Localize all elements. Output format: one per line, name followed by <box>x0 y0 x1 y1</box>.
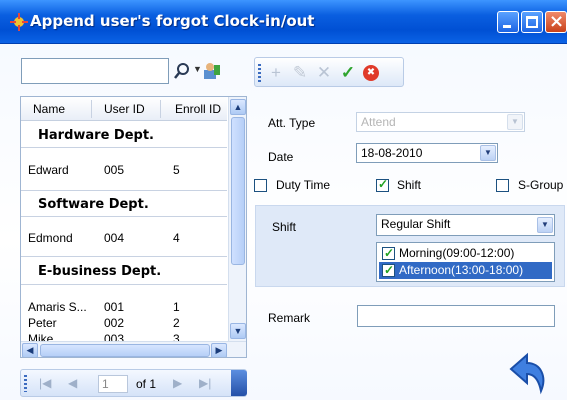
maximize-icon <box>526 16 538 28</box>
add-icon[interactable]: + <box>267 64 285 82</box>
check-icon: ✓ <box>378 177 389 191</box>
search-dropdown-icon[interactable]: ▼ <box>193 64 202 74</box>
column-header-user-id[interactable]: User ID <box>104 102 145 116</box>
cell-name[interactable]: Edmond <box>28 231 73 245</box>
list-item-label: Morning(09:00-12:00) <box>399 246 515 260</box>
check-icon: ✓ <box>384 263 395 277</box>
group-header[interactable]: Hardware Dept. <box>21 128 227 143</box>
divider <box>21 190 227 191</box>
cell-enroll-id[interactable]: 2 <box>173 316 180 330</box>
grid-header: Name User ID Enroll ID <box>21 97 227 121</box>
morning-checkbox[interactable]: ✓ <box>382 246 395 260</box>
close-icon: × <box>549 11 565 32</box>
column-header-name[interactable]: Name <box>33 102 65 116</box>
column-divider[interactable] <box>160 100 161 118</box>
date-label: Date <box>268 150 294 164</box>
navigator-options-button[interactable] <box>231 370 247 396</box>
scroll-down-icon[interactable]: ▼ <box>230 323 246 339</box>
duty-time-checkbox[interactable] <box>254 179 267 192</box>
cancel-icon[interactable]: ✖ <box>363 65 379 81</box>
remark-label: Remark <box>268 311 311 325</box>
chevron-down-icon: ▼ <box>507 114 523 130</box>
cell-user-id[interactable]: 002 <box>104 316 124 330</box>
minimize-icon <box>503 25 511 28</box>
next-record-icon[interactable]: ▶ <box>173 376 182 390</box>
date-value: 18-08-2010 <box>361 146 423 160</box>
first-record-icon[interactable]: |◀ <box>39 376 51 390</box>
horizontal-scrollbar[interactable]: ◀ ▶ <box>21 341 246 357</box>
divider <box>21 284 227 285</box>
minimize-button[interactable] <box>497 11 519 33</box>
delete-icon[interactable]: ✕ <box>315 64 333 82</box>
scroll-right-icon[interactable]: ▶ <box>211 343 227 357</box>
chevron-down-icon[interactable]: ▼ <box>480 145 496 161</box>
cell-enroll-id[interactable]: 1 <box>173 300 180 314</box>
cell-user-id[interactable]: 004 <box>104 231 124 245</box>
toolbar-grip[interactable] <box>258 64 261 82</box>
shift-check-label[interactable]: Shift <box>397 178 421 192</box>
last-record-icon[interactable]: ▶| <box>199 376 211 390</box>
check-icon: ✓ <box>384 246 395 260</box>
date-picker[interactable]: 18-08-2010 ▼ <box>356 143 498 163</box>
s-group-label[interactable]: S-Group <box>518 178 563 192</box>
shift-label: Shift <box>272 220 297 234</box>
cell-user-id[interactable]: 005 <box>104 163 124 177</box>
record-position-input[interactable]: 1 <box>98 375 128 393</box>
shift-checkbox[interactable]: ✓ <box>376 177 389 192</box>
maximize-button[interactable] <box>521 11 543 33</box>
back-arrow-icon[interactable] <box>503 347 551 395</box>
title-bar[interactable]: Append user's forgot Clock-in/out × <box>0 0 567 44</box>
shift-period-list[interactable]: ✓ Morning(09:00-12:00) ✓ Afternoon(13:00… <box>376 242 555 282</box>
s-group-checkbox[interactable] <box>496 179 509 192</box>
group-header[interactable]: E-business Dept. <box>21 264 227 279</box>
group-header[interactable]: Software Dept. <box>21 197 227 212</box>
column-header-enroll-id[interactable]: Enroll ID <box>175 102 221 116</box>
list-item[interactable]: ✓ Afternoon(13:00-18:00) <box>379 262 552 279</box>
horizontal-scroll-thumb[interactable] <box>40 344 210 357</box>
window-title: Append user's forgot Clock-in/out <box>30 12 315 30</box>
duty-time-label[interactable]: Duty Time <box>276 178 330 192</box>
cell-enroll-id[interactable]: 4 <box>173 231 180 245</box>
divider <box>21 216 227 217</box>
vertical-scrollbar[interactable]: ▲ ▼ <box>228 97 246 341</box>
list-item[interactable]: ✓ Morning(09:00-12:00) <box>379 245 552 262</box>
att-type-value: Attend <box>361 115 396 129</box>
att-type-combo: Attend ▼ <box>356 112 525 132</box>
afternoon-checkbox[interactable]: ✓ <box>382 263 395 277</box>
att-type-label: Att. Type <box>268 116 316 130</box>
add-user-icon[interactable] <box>202 61 222 81</box>
cell-name[interactable]: Peter <box>28 316 57 330</box>
cell-user-id[interactable]: 001 <box>104 300 124 314</box>
divider <box>21 256 227 257</box>
confirm-icon[interactable]: ✓ <box>339 64 357 82</box>
scroll-left-icon[interactable]: ◀ <box>22 343 38 357</box>
user-grid[interactable]: Name User ID Enroll ID Hardware Dept. Ed… <box>20 96 247 358</box>
app-icon <box>10 13 28 31</box>
list-item-label: Afternoon(13:00-18:00) <box>399 263 524 277</box>
vertical-scroll-thumb[interactable] <box>231 117 245 265</box>
close-button[interactable]: × <box>545 11 567 33</box>
cell-name[interactable]: Edward <box>28 163 69 177</box>
search-input[interactable] <box>21 58 169 84</box>
navigator-grip[interactable] <box>24 375 27 392</box>
remark-input[interactable] <box>357 305 555 327</box>
record-navigator: |◀ ◀ 1 of 1 ▶ ▶| <box>20 369 247 397</box>
search-icon[interactable] <box>173 62 191 80</box>
record-count-label: of 1 <box>136 377 157 391</box>
column-divider[interactable] <box>91 100 92 118</box>
shift-value: Regular Shift <box>381 217 451 231</box>
chevron-down-icon[interactable]: ▼ <box>537 217 553 233</box>
action-toolbar: + ✎ ✕ ✓ ✖ <box>254 57 404 87</box>
previous-record-icon[interactable]: ◀ <box>68 376 77 390</box>
cell-enroll-id[interactable]: 5 <box>173 163 180 177</box>
cell-name[interactable]: Amaris S... <box>28 300 87 314</box>
scroll-up-icon[interactable]: ▲ <box>230 99 246 115</box>
divider <box>21 147 227 148</box>
edit-icon[interactable]: ✎ <box>291 64 309 82</box>
shift-combo[interactable]: Regular Shift ▼ <box>376 214 555 236</box>
